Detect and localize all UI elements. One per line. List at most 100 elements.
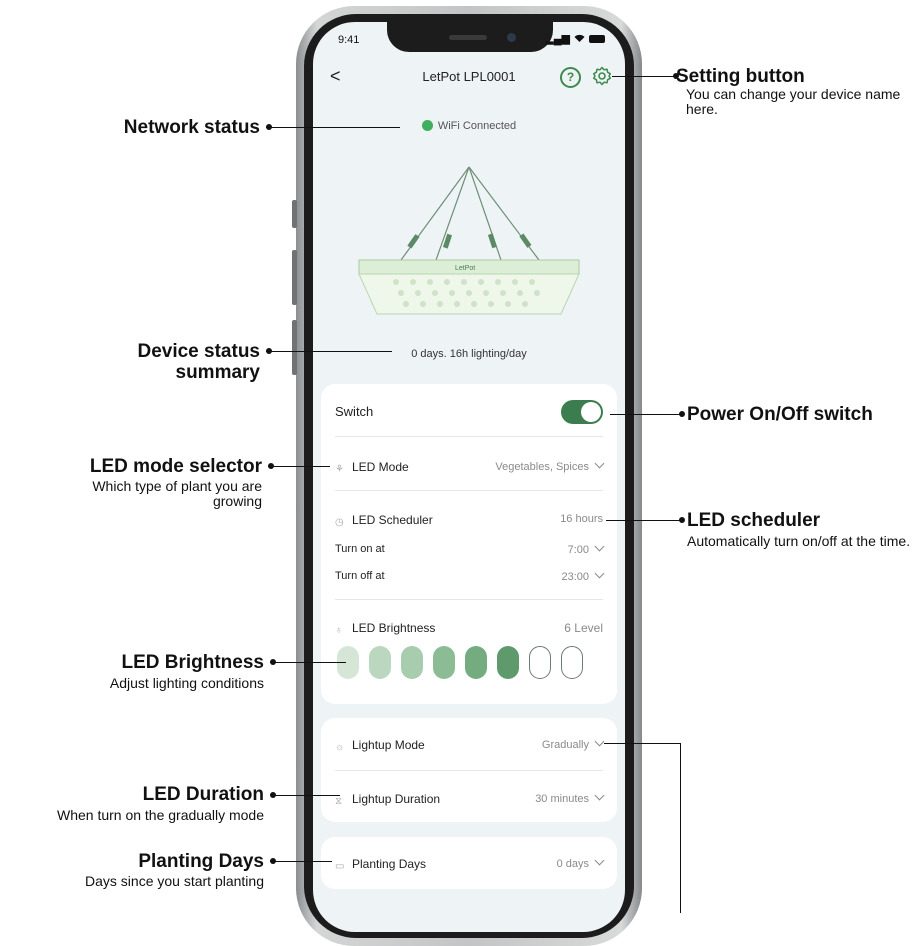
clock-icon: ◷: [335, 517, 344, 528]
power-leader-dot: [679, 411, 685, 417]
duration-leader-dot: [270, 792, 276, 798]
lightup-mode-label: Lightup Mode: [352, 738, 425, 752]
brightness-level-8[interactable]: [561, 646, 583, 679]
mute-switch: [292, 200, 297, 228]
planting-annotation-desc: Days since you start planting: [85, 873, 264, 889]
setting-annotation-title: Setting button: [676, 66, 805, 87]
volume-down-button: [292, 320, 297, 375]
turn-off-value: 23:00: [561, 571, 589, 583]
led-mode-annotation: LED mode selector Which type of plant yo…: [40, 456, 262, 509]
led-brightness-value: 6 Level: [564, 621, 603, 635]
lightup-duration-label: Lightup Duration: [352, 792, 441, 806]
led-mode-leader-dot: [268, 463, 274, 469]
calendar-icon: ▭: [335, 861, 345, 872]
switch-card: Switch ⚘ LED Mode Vegetables, Spices ◷ LED…: [321, 384, 617, 704]
led-mode-annotation-title: LED mode selector: [89, 456, 262, 477]
setting-leader-dot: [673, 73, 679, 79]
lightup-mode-row[interactable]: ☼ Lightup Mode Gradually: [335, 736, 605, 753]
gear-icon[interactable]: [592, 66, 612, 86]
turn-on-value: 7:00: [567, 544, 589, 556]
scheduler-annotation-title: LED scheduler: [687, 510, 821, 531]
duration-leader-line: [270, 795, 340, 796]
notch: [387, 22, 553, 52]
led-brightness-label: LED Brightness: [352, 621, 436, 635]
chevron-down-icon: [594, 541, 605, 552]
network-annotation-title: Network status: [123, 117, 260, 138]
chevron-down-icon: [594, 790, 605, 801]
duration-annotation-desc: When turn on the gradually mode: [56, 807, 264, 823]
setting-annotation-desc: You can change your device name here.: [686, 86, 901, 117]
signal-icon: ▂▄▆: [545, 33, 570, 45]
scheduler-annotation-desc: Automatically turn on/off at the time.: [687, 533, 911, 549]
led-scheduler-row[interactable]: ◷ LED Scheduler 16 hours: [335, 513, 603, 528]
app-screen: 9:41 ▂▄▆ < LetPot LPL0001 ? WiFi Connect…: [313, 22, 625, 932]
brightness-level-6[interactable]: [497, 646, 519, 679]
led-mode-value: Vegetables, Spices: [495, 461, 589, 473]
lightup-duration-row[interactable]: ⧖ Lightup Duration 30 minutes: [335, 790, 605, 807]
brightness-selector[interactable]: [337, 646, 583, 679]
network-status-text: WiFi Connected: [437, 120, 517, 132]
brightness-level-3[interactable]: [401, 646, 423, 679]
network-leader-dot: [266, 124, 272, 130]
brightness-annotation-title: LED Brightness: [121, 652, 264, 673]
brightness-level-4[interactable]: [433, 646, 455, 679]
planting-leader-line: [270, 861, 332, 862]
planting-annotation-title: Planting Days: [138, 851, 264, 872]
lightup-mode-leader-line: [604, 743, 681, 744]
network-leader-line: [266, 127, 400, 128]
chevron-down-icon: [594, 458, 605, 469]
power-switch[interactable]: [561, 400, 603, 424]
sprout-icon: ⚘: [335, 464, 344, 475]
duration-annotation-title: LED Duration: [142, 784, 264, 805]
planting-leader-dot: [270, 858, 276, 864]
volume-up-button: [292, 250, 297, 305]
status-time: 9:41: [338, 34, 360, 46]
brightness-level-7[interactable]: [529, 646, 551, 679]
brightness-leader-dot: [270, 659, 276, 665]
power-leader-line: [610, 414, 684, 415]
battery-icon: [589, 34, 605, 43]
grow-light-image: LetPot: [358, 166, 580, 315]
wifi-status-icon: [421, 120, 433, 131]
lamp-brand: LetPot: [455, 265, 475, 272]
led-scheduler-label: LED Scheduler: [352, 513, 433, 527]
planting-days-row[interactable]: ▭ Planting Days 0 days: [335, 855, 605, 872]
duration-annotation: LED Duration When turn on the gradually …: [4, 784, 264, 823]
device-status-annotation: Device status summary: [70, 341, 260, 383]
chevron-down-icon: [594, 736, 605, 747]
turn-off-label: Turn off at: [335, 570, 385, 582]
power-annotation: Power On/Off switch: [687, 404, 923, 425]
device-status-leader-line: [266, 351, 392, 352]
hourglass-icon: ⧖: [335, 796, 343, 807]
led-brightness-row: ♁ LED Brightness 6 Level: [335, 621, 603, 636]
bulb-icon: ♁: [335, 625, 343, 636]
scheduler-leader-dot: [679, 517, 685, 523]
scheduler-annotation: LED scheduler Automatically turn on/off …: [687, 510, 923, 549]
led-mode-label: LED Mode: [352, 460, 409, 474]
lightup-duration-value: 30 minutes: [535, 793, 589, 805]
led-mode-annotation-desc: Which type of plant you are growing: [92, 478, 262, 509]
setting-annotation: Setting button You can change your devic…: [676, 66, 923, 117]
brightness-annotation: LED Brightness Adjust lighting condition…: [40, 652, 264, 691]
brightness-level-5[interactable]: [465, 646, 487, 679]
scheduler-leader-line: [606, 520, 684, 521]
turn-on-row[interactable]: Turn on at 7:00: [335, 541, 605, 556]
power-annotation-title: Power On/Off switch: [687, 404, 873, 425]
help-button[interactable]: ?: [560, 67, 581, 88]
lightup-card: ☼ Lightup Mode Gradually ⧖ Lightup Duratio…: [321, 718, 617, 822]
planting-annotation: Planting Days Days since you start plant…: [40, 851, 264, 889]
led-mode-row[interactable]: ⚘ LED Mode Vegetables, Spices: [335, 458, 605, 475]
chevron-down-icon: [594, 568, 605, 579]
brightness-level-2[interactable]: [369, 646, 391, 679]
brightness-annotation-desc: Adjust lighting conditions: [109, 675, 264, 691]
device-status-leader-dot: [266, 348, 272, 354]
led-scheduler-value: 16 hours: [560, 513, 603, 525]
turn-off-row[interactable]: Turn off at 23:00: [335, 568, 605, 583]
turn-on-label: Turn on at: [335, 543, 385, 555]
status-icons: ▂▄▆: [545, 32, 605, 45]
lightup-mode-leader-vline: [680, 743, 681, 913]
planting-card: ▭ Planting Days 0 days: [321, 837, 617, 889]
network-status: WiFi Connected: [313, 120, 625, 132]
planting-days-value: 0 days: [556, 858, 589, 870]
wifi-icon: [574, 34, 585, 42]
